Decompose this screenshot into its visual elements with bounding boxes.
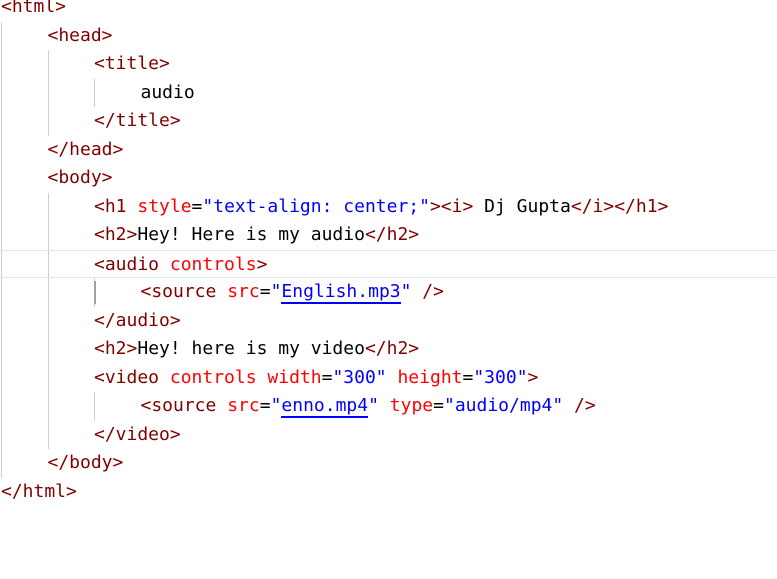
code-line[interactable]: </audio> (0, 307, 777, 336)
code-token-tag: </head> (47, 138, 124, 160)
code-token-attr: type (389, 395, 434, 416)
code-token-txt: = (259, 281, 271, 302)
code-token-tag: <video (94, 366, 170, 388)
code-token-tag: <h1 (94, 195, 138, 217)
code-token-tag: <h2> (94, 224, 138, 245)
code-token-tag (387, 367, 398, 388)
code-token-link[interactable]: enno.mp4 (281, 395, 369, 418)
code-line[interactable]: </html> (0, 478, 777, 507)
code-token-tag: /> (411, 281, 444, 302)
code-line[interactable]: <h2>Hey! here is my video</h2> (0, 335, 777, 364)
code-token-tag: <title> (94, 53, 170, 74)
code-token-link[interactable]: English.mp3 (281, 281, 401, 304)
code-token-tag: </h2> (364, 224, 420, 245)
code-token-attr: src (227, 281, 260, 302)
code-token-txt: = (321, 366, 333, 388)
code-token-attr: controls (169, 253, 257, 275)
code-token-val: " (400, 281, 412, 302)
code-token-tag: <html> (1, 0, 67, 17)
code-token-txt: Hey! Here is my audio (137, 224, 365, 245)
code-line[interactable]: <video controls width="300" height="300"… (0, 364, 777, 393)
code-token-tag (379, 395, 390, 416)
code-line[interactable]: </video> (0, 421, 777, 450)
code-token-txt: audio (140, 81, 195, 103)
code-line[interactable]: <html> (0, 0, 777, 22)
code-editor[interactable]: <html> <head> <title> audio </title> </head> <… (0, 0, 777, 579)
code-line[interactable]: <source src="enno.mp4" type="audio/mp4" … (0, 392, 777, 421)
code-token-tag: <audio (94, 253, 170, 275)
code-token-txt: = (191, 195, 203, 217)
code-token-txt: = (259, 395, 271, 416)
code-token-attr: width (267, 366, 322, 388)
code-token-tag: </video> (94, 423, 181, 445)
code-token-val: " (270, 395, 282, 416)
code-token-val: "text-align: center;" (202, 195, 430, 217)
code-token-tag: </html> (1, 480, 77, 502)
code-line[interactable]: <source src="English.mp3" /> (0, 278, 777, 307)
code-token-tag: > (527, 366, 539, 388)
code-token-tag: <head> (47, 24, 113, 46)
code-token-txt: Dj Gupta (473, 195, 571, 217)
code-token-attr: style (137, 195, 192, 217)
code-token-tag: ><i> (429, 195, 474, 217)
code-token-tag: <source (140, 395, 228, 416)
code-token-val: "300" (473, 366, 528, 388)
code-line[interactable]: <head> (0, 22, 777, 51)
code-token-tag: <h2> (94, 338, 138, 359)
code-token-tag: <source (140, 281, 228, 302)
code-token-txt: = (433, 395, 444, 416)
code-token-tag: </title> (94, 110, 181, 131)
code-line[interactable]: <title> (0, 50, 777, 79)
code-token-txt: = (462, 366, 474, 388)
code-token-txt: Hey! here is my video (137, 338, 365, 359)
code-token-tag: <body> (47, 167, 113, 188)
code-token-tag: </h2> (364, 338, 420, 359)
code-token-val: "audio/mp4" (444, 395, 564, 416)
code-token-tag (257, 367, 268, 388)
code-line[interactable]: <audio controls> (0, 249, 777, 278)
code-line[interactable]: </body> (0, 449, 777, 478)
code-token-attr: controls (169, 366, 257, 388)
code-line[interactable]: audio (0, 79, 777, 108)
code-token-tag: /> (563, 395, 596, 416)
code-token-attr: src (227, 395, 260, 416)
code-line[interactable]: </head> (0, 136, 777, 165)
code-token-tag: </body> (47, 452, 124, 473)
code-line[interactable]: <h2>Hey! Here is my audio</h2> (0, 221, 777, 250)
code-token-val: " (270, 281, 282, 302)
code-token-tag: </audio> (94, 309, 181, 331)
code-token-attr: height (397, 366, 463, 388)
code-line[interactable]: </title> (0, 107, 777, 136)
code-line[interactable]: <h1 style="text-align: center;"><i> Dj G… (0, 193, 777, 222)
code-token-tag: > (256, 253, 268, 275)
code-token-tag: </i></h1> (570, 195, 669, 217)
code-token-val: "300" (332, 366, 387, 388)
code-line[interactable]: <body> (0, 164, 777, 193)
code-token-val: " (368, 395, 379, 416)
